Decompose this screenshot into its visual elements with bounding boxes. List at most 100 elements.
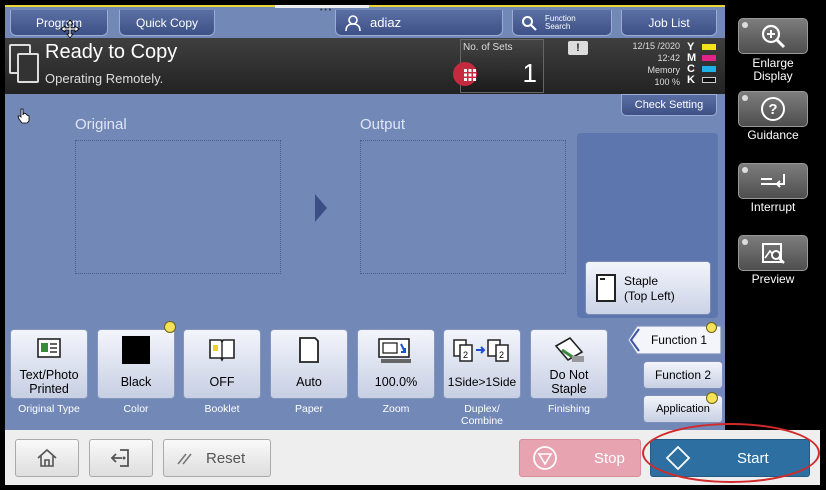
function-1-indicator-dot <box>706 322 717 333</box>
status-info: 12/15 /2020 12:42 Memory 100 % <box>600 40 680 88</box>
booklet-value: OFF <box>209 375 235 389</box>
enlarge-display-button[interactable] <box>738 18 808 54</box>
tab-program[interactable]: Program <box>10 10 108 36</box>
logout-button[interactable] <box>89 439 153 477</box>
booklet-icon <box>184 336 260 364</box>
interrupt-button[interactable] <box>738 163 808 199</box>
check-setting-button[interactable]: Check Setting <box>621 94 717 116</box>
staple-icon <box>596 274 616 302</box>
number-of-sets-field[interactable]: No. of Sets 1 <box>453 39 544 93</box>
status-subtitle: Operating Remotely. <box>45 71 164 86</box>
function-2-tab[interactable]: Function 2 <box>643 361 723 389</box>
application-indicator-dot <box>706 392 718 404</box>
user-icon <box>345 14 361 31</box>
user-name: adiaz <box>370 15 402 30</box>
user-account-tab[interactable]: adiaz <box>335 10 503 36</box>
duplex-combine-button[interactable]: 2 2 1Side>1Side <box>443 329 521 399</box>
zoom-in-icon <box>761 24 786 49</box>
stop-label: Stop <box>594 449 625 467</box>
home-icon <box>37 448 57 467</box>
finishing-button[interactable]: Do Not Staple <box>530 329 608 399</box>
original-type-value-line1: Text/Photo <box>19 368 79 382</box>
output-label: Output <box>360 116 406 133</box>
duplex-1-to-1-icon: 2 2 <box>444 336 520 364</box>
logout-icon <box>110 449 129 467</box>
keypad-icon <box>464 69 476 81</box>
finishing-staple-icon <box>531 336 607 364</box>
status-time: 12:42 <box>657 53 680 63</box>
finishing-value-line1: Do Not <box>549 368 589 382</box>
duplex-combine-caption-line2: Combine <box>460 415 504 427</box>
output-preview-area <box>360 140 566 274</box>
toner-level-magenta <box>702 55 716 61</box>
paper-caption: Paper <box>294 403 324 415</box>
application-label: Application <box>656 403 710 415</box>
start-icon <box>665 445 691 471</box>
original-type-button[interactable]: Text/Photo Printed <box>10 329 88 399</box>
duplex-combine-caption: Duplex/ Combine <box>443 403 521 427</box>
warning-icon[interactable]: ! <box>568 41 588 55</box>
preview-button[interactable] <box>738 235 808 271</box>
tab-quick-copy-label: Quick Copy <box>135 15 199 30</box>
duplex-value: 1Side>1Side <box>447 375 517 389</box>
function-search-button[interactable]: Function Search <box>512 10 612 36</box>
start-label: Start <box>737 449 769 467</box>
top-center-dots: • • • <box>320 7 332 14</box>
toner-letters: Y M C K <box>687 42 696 86</box>
guidance-label: Guidance <box>747 128 799 142</box>
interrupt-icon <box>761 174 785 188</box>
booklet-button[interactable]: OFF <box>183 329 261 399</box>
help-icon: ? <box>761 97 785 121</box>
finishing-value-line2: Staple <box>551 382 587 396</box>
preview-label: Preview <box>751 272 795 286</box>
sets-value: 1 <box>522 58 537 88</box>
toner-letter-k: K <box>687 74 695 86</box>
zoom-button[interactable]: 100.0% <box>357 329 435 399</box>
color-value: Black <box>120 375 152 389</box>
right-hardware-panel: Enlarge Display ? Guidance Interrupt Pre… <box>733 10 819 430</box>
color-caption: Color <box>123 403 149 415</box>
sets-label: No. of Sets <box>463 42 513 53</box>
check-setting-label: Check Setting <box>634 99 704 111</box>
paper-icon <box>271 336 347 364</box>
color-setting-indicator-dot <box>164 321 176 333</box>
toner-level-yellow <box>702 44 716 50</box>
finishing-caption: Finishing <box>547 403 591 415</box>
original-preview-area <box>75 140 281 274</box>
paper-value: Auto <box>296 375 322 389</box>
move-cursor-icon <box>60 19 80 39</box>
start-button[interactable]: Start <box>650 439 810 477</box>
zoom-icon <box>358 336 434 364</box>
guidance-button[interactable]: ? <box>738 91 808 127</box>
enlarge-display-label-line2: Display <box>753 69 793 83</box>
status-bar: Ready to Copy Operating Remotely. No. of… <box>5 38 725 94</box>
tab-job-list[interactable]: Job List <box>621 10 717 36</box>
function-1-label: Function 1 <box>650 333 708 347</box>
memory-value: 100 % <box>654 77 680 87</box>
reset-button[interactable]: Reset <box>163 439 271 477</box>
color-button[interactable]: Black <box>97 329 175 399</box>
svg-text:?: ? <box>768 101 777 118</box>
stop-button[interactable]: Stop <box>519 439 641 477</box>
staple-top-left-button[interactable]: Staple (Top Left) <box>585 261 711 315</box>
staple-label-line2: (Top Left) <box>624 289 675 303</box>
toner-level-cyan <box>702 66 716 72</box>
text-photo-icon <box>11 336 87 364</box>
paper-button[interactable]: Auto <box>270 329 348 399</box>
stop-icon <box>533 446 557 470</box>
search-icon <box>522 15 537 31</box>
reset-label: Reset <box>206 449 246 467</box>
black-color-swatch-icon <box>98 336 174 364</box>
zoom-value: 100.0% <box>374 375 418 389</box>
tab-quick-copy[interactable]: Quick Copy <box>119 10 215 36</box>
home-button[interactable] <box>15 439 79 477</box>
copy-status-icon <box>9 44 41 84</box>
arrow-right-icon <box>315 194 327 222</box>
reset-icon <box>177 453 192 465</box>
toner-level-black <box>702 77 716 83</box>
original-type-value-line2: Printed <box>29 382 69 396</box>
hand-cursor-icon <box>17 108 30 124</box>
booklet-caption: Booklet <box>204 403 240 415</box>
original-type-value: Text/Photo Printed <box>11 368 87 396</box>
staple-label-line1: Staple <box>624 274 659 288</box>
